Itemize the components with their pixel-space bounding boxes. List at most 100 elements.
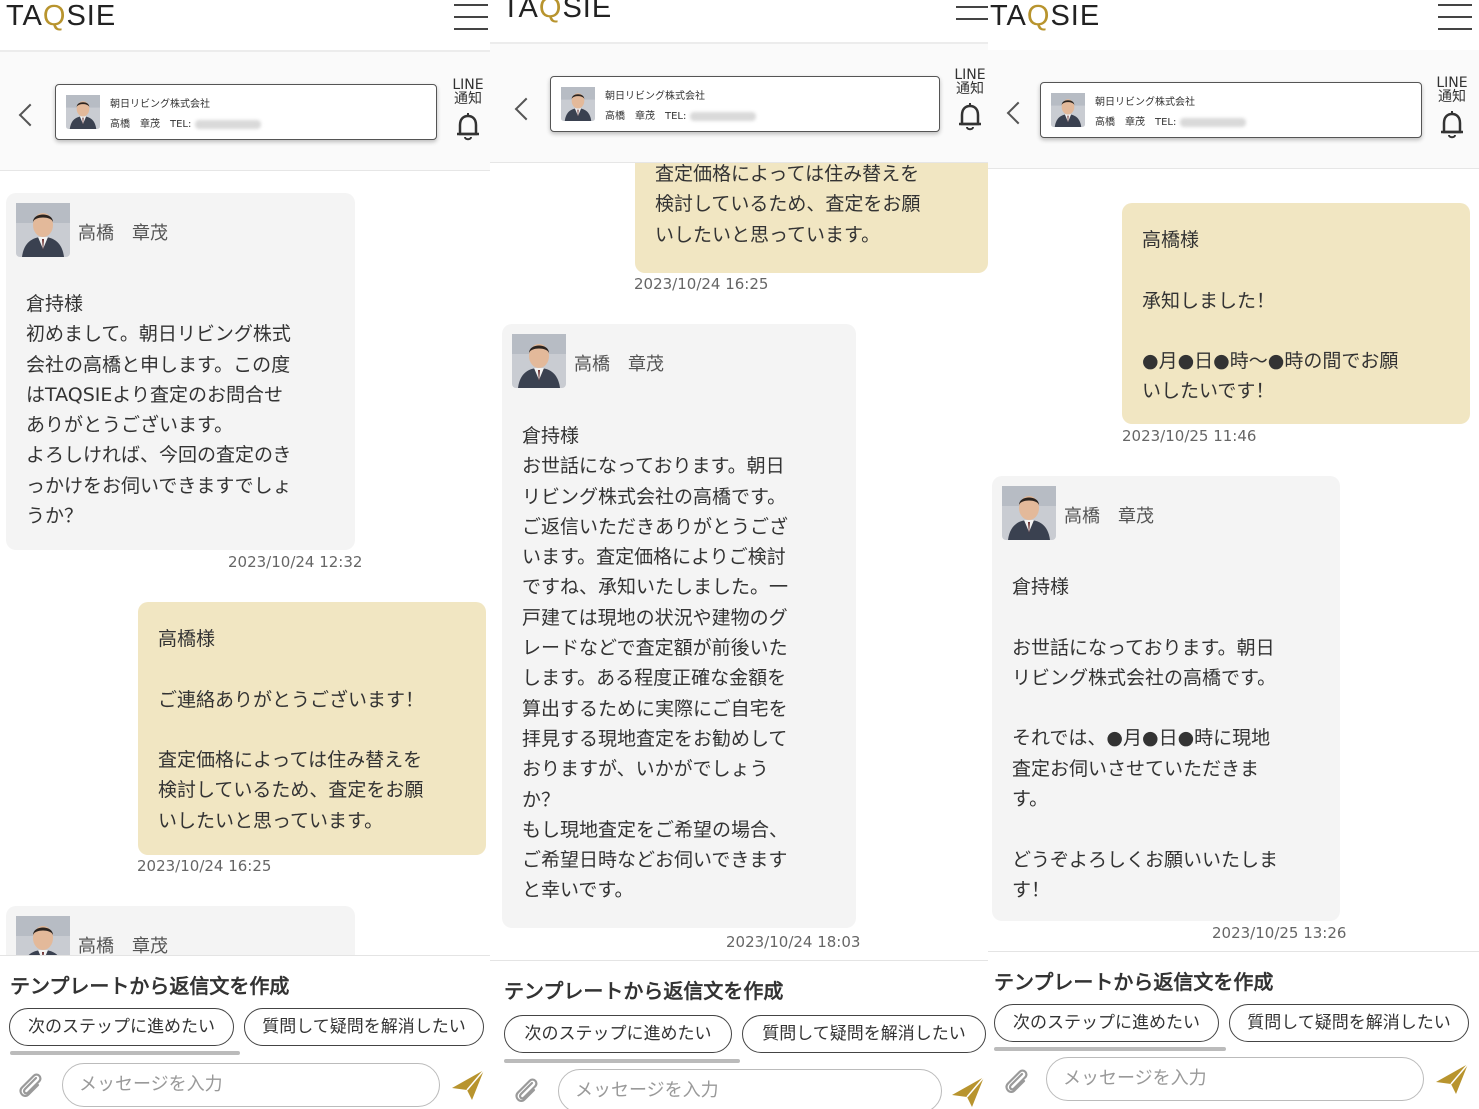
message-text: 高橋様 ご連絡ありがとうございます！ 査定価格によっては住み替えを 検討している… [158,628,425,832]
template-question-button[interactable]: 質問して疑問を解消したい [244,1008,484,1046]
send-icon[interactable] [950,1075,986,1109]
template-next-step-button[interactable]: 次のステップに進めたい [9,1008,234,1046]
chat-area[interactable]: 高橋 章茂 倉持様 初めまして。朝日リビング株式 会社の高橋と申します。この度 … [0,171,490,956]
contact-person: 高橋 章茂 TEL: [110,115,262,130]
message-timestamp: 2023/10/24 18:03 [726,933,861,951]
line-notify-label: 通知 [1438,89,1466,105]
top-bar: TAQSIE [490,0,988,44]
contact-bar: 朝日リビング株式会社 高橋 章茂 TEL: LINE 通知 [490,44,988,163]
line-notify-label: LINE [1436,75,1468,91]
message-timestamp: 2023/10/25 11:46 [1122,427,1257,445]
avatar [66,95,100,129]
send-icon[interactable] [1434,1062,1470,1096]
template-scrollbar[interactable] [10,1051,240,1055]
message-received: 高橋 章茂 [6,906,355,956]
message-timestamp: 2023/10/24 12:32 [228,553,363,571]
template-scrollbar[interactable] [994,1047,1226,1051]
menu-icon[interactable] [1438,4,1472,32]
contact-person: 高橋 章茂 TEL: [1095,113,1247,128]
company-name: 朝日リビング株式会社 [110,99,210,110]
logo[interactable]: TAQSIE [502,0,612,25]
top-bar: TAQSIE [0,0,490,52]
bell-icon [1441,111,1463,139]
send-icon[interactable] [450,1068,486,1102]
message-input[interactable]: メッセージを入力 [1046,1057,1424,1101]
contact-person: 高橋 章茂 TEL: [605,107,757,122]
bell-icon [959,103,981,131]
message-sent: 査定価格によっては住み替えを 検討しているため、査定をお願 いしたいと思っていま… [635,163,988,273]
bell-icon [457,113,479,141]
message-timestamp: 2023/10/24 16:25 [634,275,769,293]
line-notify-button[interactable]: LINE 通知 [448,78,488,142]
message-text: 倉持様 お世話になっております。朝日 リビング株式会社の高橋です。 それでは、●… [1012,576,1279,901]
message-timestamp: 2023/10/24 16:25 [137,857,272,875]
message-text: 高橋様 承知しました！ ●月●日●時～●時の間でお願 いしたいです！ [1142,229,1399,403]
contact-bar: 朝日リビング株式会社 高橋 章茂 TEL: LINE 通知 [988,50,1479,169]
chat-screen-1: TAQSIE 朝日リビング株式会社 高橋 章茂 TEL: LINE 通知 高橋 … [0,0,490,1109]
clip-icon[interactable] [512,1075,542,1107]
sender-name: 高橋 章茂 [1064,506,1154,527]
line-notify-label: LINE [452,77,484,93]
message-received: 高橋 章茂 倉持様 お世話になっております。朝日 リビング株式会社の高橋です。 … [502,324,856,928]
logo[interactable]: TAQSIE [6,0,116,33]
template-title: テンプレートから返信文を作成 [994,970,1274,994]
line-notify-button[interactable]: LINE 通知 [1432,76,1472,140]
reply-footer: テンプレートから返信文を作成 次のステップに進めたい 質問して疑問を解消したい … [490,960,988,1109]
message-sent: 高橋様 ご連絡ありがとうございます！ 査定価格によっては住み替えを 検討している… [138,602,486,855]
line-notify-label: LINE [954,67,986,83]
template-question-button[interactable]: 質問して疑問を解消したい [742,1015,986,1053]
logo[interactable]: TAQSIE [990,0,1100,33]
top-bar: TAQSIE [988,0,1479,52]
line-notify-label: 通知 [956,81,984,97]
template-title: テンプレートから返信文を作成 [10,974,290,998]
avatar [16,203,70,257]
message-sent: 高橋様 承知しました！ ●月●日●時～●時の間でお願 いしたいです！ [1122,203,1470,424]
message-timestamp: 2023/10/25 13:26 [1212,924,1347,942]
tel-blurred [195,119,262,129]
reply-footer: テンプレートから返信文を作成 次のステップに進めたい 質問して疑問を解消したい … [0,955,490,1109]
avatar [16,916,70,956]
message-text: 倉持様 初めまして。朝日リビング株式 会社の高橋と申します。この度 はTAQSI… [26,293,292,528]
sender-name: 高橋 章茂 [574,354,664,375]
sender-name: 高橋 章茂 [78,223,168,244]
clip-icon[interactable] [1002,1066,1032,1098]
chat-screen-2: TAQSIE 朝日リビング株式会社 高橋 章茂 TEL: LINE 通知 査定価… [490,0,988,1109]
avatar [561,87,595,121]
contact-card[interactable]: 朝日リビング株式会社 高橋 章茂 TEL: [55,84,437,140]
message-text: 倉持様 お世話になっております。朝日 リビング株式会社の高橋です。 ご返信いただ… [522,425,789,902]
contact-card[interactable]: 朝日リビング株式会社 高橋 章茂 TEL: [550,76,940,132]
reply-footer: テンプレートから返信文を作成 次のステップに進めたい 質問して疑問を解消したい … [988,951,1479,1109]
tel-blurred [1180,117,1247,127]
menu-icon[interactable] [454,4,488,32]
avatar [1002,486,1056,540]
template-question-button[interactable]: 質問して疑問を解消したい [1229,1004,1469,1042]
chat-area[interactable]: 査定価格によっては住み替えを 検討しているため、査定をお願 いしたいと思っていま… [490,163,988,960]
template-next-step-button[interactable]: 次のステップに進めたい [994,1004,1219,1042]
chat-area[interactable]: 高橋様 承知しました！ ●月●日●時～●時の間でお願 いしたいです！ 2023/… [988,169,1479,952]
company-name: 朝日リビング株式会社 [1095,97,1195,108]
message-input[interactable]: メッセージを入力 [558,1069,942,1109]
company-name: 朝日リビング株式会社 [605,91,705,102]
template-title: テンプレートから返信文を作成 [504,979,784,1003]
line-notify-button[interactable]: LINE 通知 [950,68,988,132]
avatar [1051,93,1085,127]
avatar [512,334,566,388]
template-scrollbar[interactable] [504,1059,740,1063]
contact-card[interactable]: 朝日リビング株式会社 高橋 章茂 TEL: [1040,82,1422,138]
clip-icon[interactable] [16,1070,46,1102]
tel-blurred [690,111,757,121]
back-icon[interactable] [514,97,538,121]
message-input[interactable]: メッセージを入力 [62,1063,440,1107]
contact-bar: 朝日リビング株式会社 高橋 章茂 TEL: LINE 通知 [0,52,490,171]
chat-screen-3: TAQSIE 朝日リビング株式会社 高橋 章茂 TEL: LINE 通知 高橋様… [988,0,1479,1109]
message-text: 査定価格によっては住み替えを 検討しているため、査定をお願 いしたいと思っていま… [655,163,921,246]
message-received: 高橋 章茂 倉持様 お世話になっております。朝日 リビング株式会社の高橋です。 … [992,476,1340,921]
menu-icon[interactable] [956,6,988,34]
screens: TAQSIE 朝日リビング株式会社 高橋 章茂 TEL: LINE 通知 高橋 … [0,0,1479,1109]
line-notify-label: 通知 [454,91,482,107]
message-received: 高橋 章茂 倉持様 初めまして。朝日リビング株式 会社の高橋と申します。この度 … [6,193,355,550]
sender-name: 高橋 章茂 [78,936,168,956]
template-next-step-button[interactable]: 次のステップに進めたい [504,1015,732,1053]
back-icon[interactable] [1006,101,1030,125]
back-icon[interactable] [18,103,42,127]
